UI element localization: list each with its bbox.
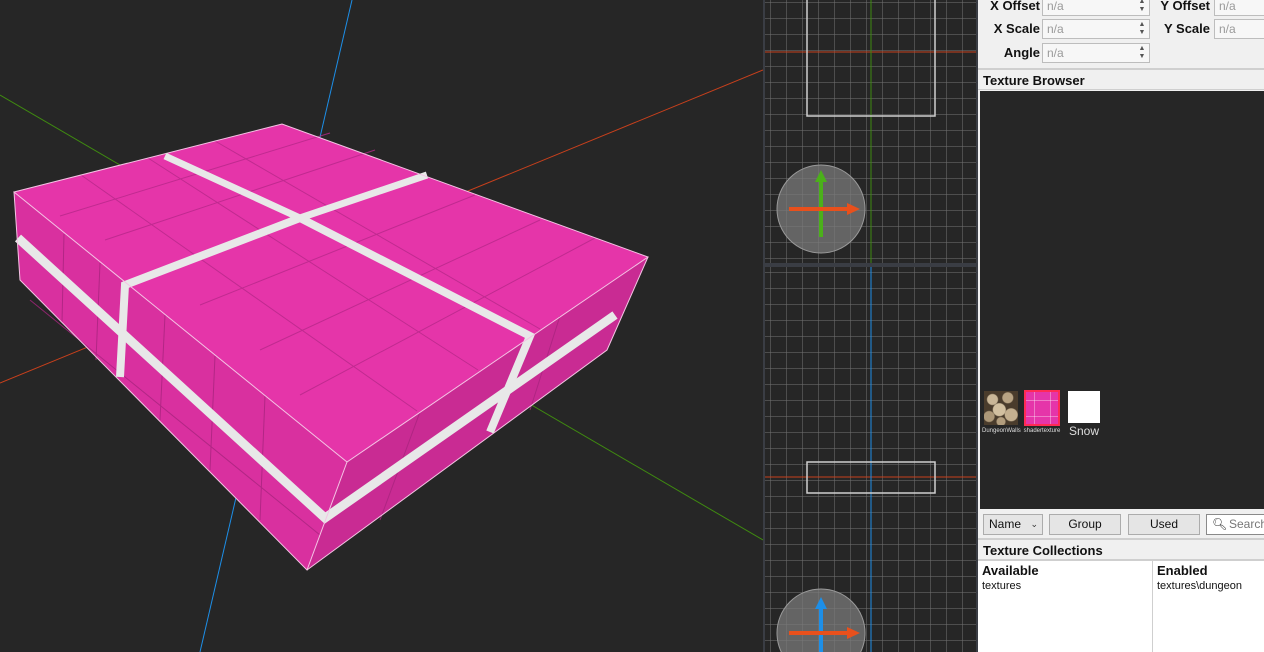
chevron-down-icon: ⌄ — [1030, 519, 1038, 529]
search-placeholder: Search — [1229, 517, 1264, 531]
search-input[interactable]: 🔍︎ Search — [1206, 514, 1264, 535]
y-scale-value: n/a — [1219, 22, 1236, 36]
list-item[interactable]: textures — [978, 580, 1152, 592]
texture-item-dungeonwalls[interactable]: DungeonWalls — [982, 391, 1021, 434]
brush-box[interactable] — [12, 123, 650, 571]
sort-select[interactable]: Name ⌄ — [983, 514, 1043, 535]
x-offset-spinner[interactable]: ▲ ▼ — [1136, 0, 1148, 14]
pink-grid-texture-icon — [1024, 390, 1060, 426]
x-scale-value: n/a — [1047, 22, 1064, 36]
x-scale-spinner[interactable]: ▲ ▼ — [1136, 21, 1148, 37]
texture-item-shadertexture[interactable]: shadertexture — [1022, 390, 1062, 434]
angle-input[interactable]: n/a ▲ ▼ — [1042, 43, 1150, 63]
texture-browser[interactable]: DungeonWalls shadertexture Snow — [980, 91, 1264, 509]
viewport-2d-column — [763, 0, 978, 652]
right-panel: X Offset n/a ▲ ▼ Y Offset n/a X Scale n/a… — [978, 0, 1264, 652]
y-scale-label: Y Scale — [1163, 21, 1210, 36]
viewport-3d-scene — [0, 0, 763, 652]
editor-window: X Offset n/a ▲ ▼ Y Offset n/a X Scale n/a… — [0, 0, 1264, 652]
angle-value: n/a — [1047, 46, 1064, 60]
texture-collections: Available textures Enabled textures\dung… — [978, 560, 1264, 652]
angle-label: Angle — [1003, 45, 1040, 60]
enabled-header: Enabled — [1157, 563, 1208, 578]
white-texture-icon — [1068, 391, 1100, 423]
gizmo-front[interactable] — [776, 588, 866, 652]
available-collections[interactable]: Available textures — [978, 561, 1153, 652]
texture-name: shadertexture — [1023, 428, 1061, 434]
x-offset-value: n/a — [1047, 0, 1064, 13]
search-icon: 🔍︎ — [1212, 517, 1228, 531]
gizmo-top[interactable] — [776, 164, 866, 254]
sort-select-value: Name — [989, 517, 1022, 531]
x-scale-label: X Scale — [993, 21, 1040, 36]
y-offset-value: n/a — [1219, 0, 1236, 13]
texture-toolbar: Name ⌄ Group Used 🔍︎ Search — [978, 511, 1264, 539]
viewport-2d-top[interactable] — [765, 0, 976, 263]
enabled-collections[interactable]: Enabled textures\dungeon — [1153, 561, 1264, 652]
x-scale-input[interactable]: n/a ▲ ▼ — [1042, 19, 1150, 39]
x-offset-input[interactable]: n/a ▲ ▼ — [1042, 0, 1150, 16]
x-offset-label: X Offset — [990, 0, 1040, 13]
viewport-2d-bottom[interactable] — [765, 267, 976, 652]
y-offset-input[interactable]: n/a — [1214, 0, 1264, 16]
texture-name: Snow — [1068, 424, 1100, 438]
texture-name: DungeonWalls — [982, 428, 1021, 434]
angle-spinner[interactable]: ▲ ▼ — [1136, 45, 1148, 61]
viewport-3d[interactable] — [0, 0, 763, 652]
texture-collections-header: Texture Collections — [978, 538, 1264, 560]
stone-wall-texture-icon — [984, 391, 1018, 425]
texture-browser-header: Texture Browser — [978, 68, 1264, 90]
y-offset-label: Y Offset — [1160, 0, 1210, 13]
texture-item-snow[interactable]: Snow — [1066, 391, 1102, 438]
list-item[interactable]: textures\dungeon — [1153, 580, 1264, 592]
group-button[interactable]: Group — [1049, 514, 1121, 535]
available-header: Available — [982, 563, 1039, 578]
y-scale-input[interactable]: n/a — [1214, 19, 1264, 39]
used-button[interactable]: Used — [1128, 514, 1200, 535]
face-properties: X Offset n/a ▲ ▼ Y Offset n/a X Scale n/a… — [978, 0, 1264, 68]
